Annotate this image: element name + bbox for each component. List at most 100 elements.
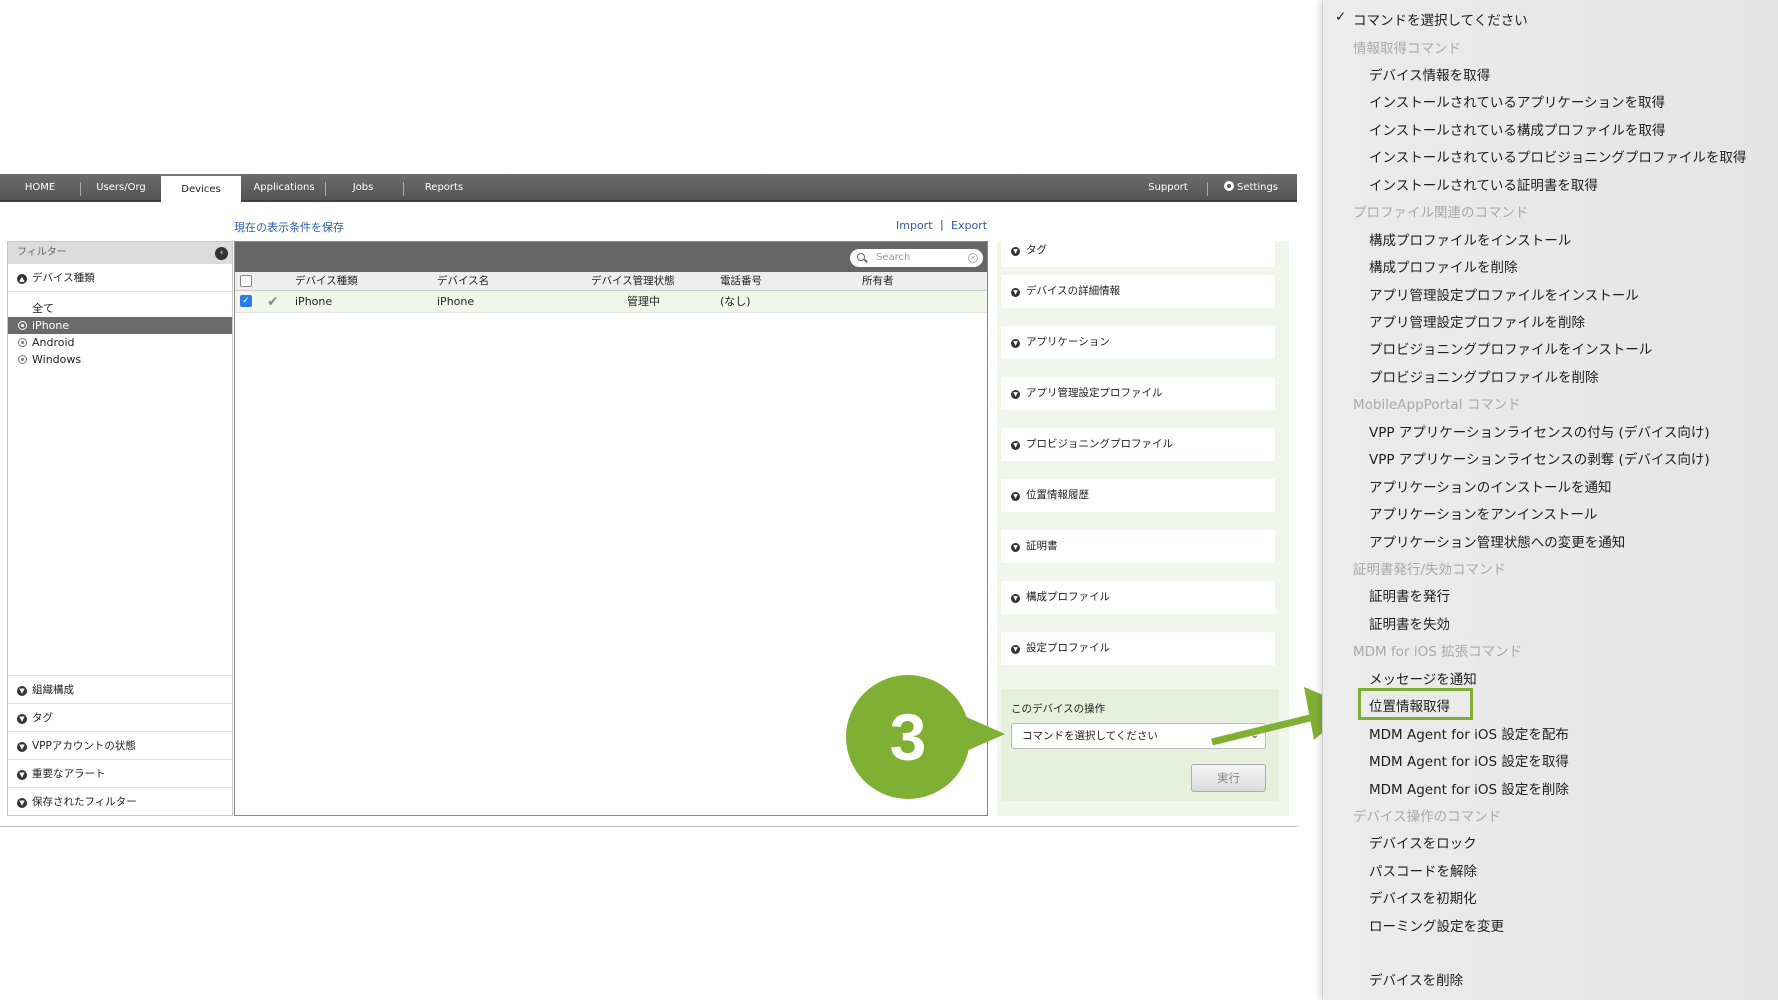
menu-group-label: 情報取得コマンド [1353, 41, 1461, 57]
command-select[interactable]: コマンドを選択してください ⌄ [1011, 723, 1266, 749]
cell-management-status: 管理中 [627, 295, 660, 308]
menu-item[interactable]: 構成プロファイルを削除 [1369, 256, 1518, 276]
menu-item-location[interactable]: 位置情報取得 [1369, 695, 1450, 715]
filter-type-all[interactable]: 全て [8, 300, 232, 317]
filter-bottom-sections: ▼ 組織構成 ▼ タグ ▼ VPPアカウントの状態 ▼ 重要なアラート ▼ 保存されたフィ… [8, 675, 232, 815]
detail-section-location-history[interactable]: ▼ 位置情報履歴 [1001, 479, 1275, 512]
export-link[interactable]: Export [951, 219, 987, 232]
menu-item[interactable]: インストールされている証明書を取得 [1369, 174, 1598, 194]
tab-users-org[interactable]: Users/Org [86, 174, 156, 202]
filter-type-windows[interactable]: Windows [8, 351, 232, 368]
tab-reports[interactable]: Reports [411, 174, 477, 202]
section-label: 保存されたフィルター [32, 796, 137, 808]
search-input[interactable]: Search × [850, 249, 983, 267]
menu-item[interactable]: MDM Agent for iOS 設定を削除 [1369, 778, 1569, 798]
menu-item[interactable]: デバイスをロック [1369, 832, 1477, 852]
menu-item[interactable]: アプリケーションをアンインストール [1369, 503, 1597, 523]
tab-jobs[interactable]: Jobs [333, 174, 393, 202]
detail-section-settings-profiles[interactable]: ▼ 設定プロファイル [1001, 632, 1275, 665]
chevron-down-icon: ▼ [17, 798, 27, 808]
menu-item[interactable]: MDM Agent for iOS 設定を取得 [1369, 750, 1569, 770]
menu-item[interactable]: MDM Agent for iOS 設定を配布 [1369, 723, 1569, 743]
import-link[interactable]: Import [896, 219, 933, 232]
menu-item[interactable]: VPP アプリケーションライセンスの付与 (デバイス向け) [1369, 421, 1710, 441]
chevron-down-icon: ⌄ [1250, 730, 1259, 741]
clear-icon[interactable]: × [968, 253, 978, 263]
column-header[interactable]: デバイス種類 [295, 272, 358, 291]
filter-type-iphone[interactable]: iPhone [8, 317, 232, 334]
important-alerts-section[interactable]: ▼ 重要なアラート [8, 759, 232, 787]
detail-section-app-config-profiles[interactable]: ▼ アプリ管理設定プロファイル [1001, 377, 1275, 410]
chevron-down-icon: ▼ [1011, 594, 1020, 603]
detail-section-tags[interactable]: ▼ タグ [1001, 234, 1275, 267]
menu-item[interactable]: 証明書を発行 [1369, 585, 1450, 605]
menu-item[interactable]: 証明書を失効 [1369, 613, 1450, 633]
device-type-section-header[interactable]: ▲ デバイス種類 [8, 264, 232, 292]
tag-section[interactable]: ▼ タグ [8, 703, 232, 731]
run-button[interactable]: 実行 [1191, 764, 1266, 792]
managed-check-icon: ✔ [267, 294, 279, 310]
tab-devices[interactable]: Devices [161, 174, 241, 204]
support-link[interactable]: Support [1140, 174, 1196, 202]
menu-item[interactable]: デバイス情報を取得 [1369, 64, 1490, 84]
tab-home[interactable]: HOME [14, 174, 66, 202]
settings-label: Settings [1236, 182, 1278, 193]
settings-link[interactable]: Settings [1218, 174, 1284, 202]
menu-group-label: プロファイル関連のコマンド [1353, 205, 1529, 221]
menu-item-delete-device[interactable]: デバイスを削除 [1369, 969, 1463, 989]
menu-item[interactable]: インストールされている構成プロファイルを取得 [1369, 119, 1665, 139]
menu-item[interactable]: プロビジョニングプロファイルを削除 [1369, 366, 1599, 386]
filter-type-android[interactable]: Android [8, 334, 232, 351]
section-label: デバイスの詳細情報 [1026, 285, 1121, 297]
menu-item[interactable]: 構成プロファイルをインストール [1369, 229, 1571, 249]
saved-filters-section[interactable]: ▼ 保存されたフィルター [8, 787, 232, 815]
collapse-panel-icon[interactable]: ‹ [215, 247, 228, 260]
section-label: タグ [1026, 244, 1047, 256]
checkmark-icon: ✓ [1335, 9, 1347, 25]
select-all-checkbox[interactable] [240, 275, 252, 287]
column-header[interactable]: デバイス管理状態 [591, 272, 675, 291]
menu-item[interactable]: メッセージを通知 [1369, 668, 1477, 688]
detail-section-config-profiles[interactable]: ▼ 構成プロファイル [1001, 581, 1275, 614]
section-label: 位置情報履歴 [1026, 489, 1089, 501]
org-structure-section[interactable]: ▼ 組織構成 [8, 675, 232, 703]
detail-section-device-info[interactable]: ▼ デバイスの詳細情報 [1001, 275, 1275, 308]
column-header[interactable]: 電話番号 [720, 272, 762, 291]
vpp-account-section[interactable]: ▼ VPPアカウントの状態 [8, 731, 232, 759]
menu-item[interactable]: パスコードを解除 [1369, 860, 1477, 880]
detail-section-certificates[interactable]: ▼ 証明書 [1001, 530, 1275, 563]
chevron-down-icon: ▼ [1011, 288, 1020, 297]
chevron-down-icon: ▼ [17, 686, 27, 696]
section-label: 証明書 [1026, 540, 1058, 552]
menu-item[interactable]: インストールされているアプリケーションを取得 [1369, 91, 1665, 111]
row-checkbox[interactable]: ✓ [240, 295, 252, 307]
menu-group-label: MobileAppPortal コマンド [1353, 397, 1521, 413]
menu-item[interactable]: アプリ管理設定プロファイルをインストール [1369, 284, 1639, 304]
menu-item[interactable]: アプリケーション管理状態への変更を通知 [1369, 531, 1625, 551]
cell-device-name: iPhone [437, 295, 475, 308]
detail-section-provisioning-profiles[interactable]: ▼ プロビジョニングプロファイル [1001, 428, 1275, 461]
save-view-link[interactable]: 現在の表示条件を保存 [234, 219, 344, 235]
menu-item[interactable]: デバイスを初期化 [1369, 887, 1477, 907]
menu-item[interactable]: プロビジョニングプロファイルをインストール [1369, 338, 1652, 358]
filter-panel: フィルター ‹ ▲ デバイス種類 全て iPhone Android Window… [7, 241, 233, 816]
column-header[interactable]: 所有者 [862, 272, 894, 291]
menu-item[interactable]: インストールされているプロビジョニングプロファイルを取得 [1369, 146, 1746, 166]
column-header[interactable]: デバイス名 [437, 272, 489, 291]
section-label: 構成プロファイル [1026, 591, 1110, 603]
cell-phone-number: (なし) [720, 295, 751, 308]
chevron-down-icon: ▼ [1011, 339, 1020, 348]
table-header: デバイス種類 デバイス名 デバイス管理状態 電話番号 所有者 [235, 272, 987, 291]
menu-item-placeholder[interactable]: コマンドを選択してください [1353, 9, 1528, 29]
section-label: 重要なアラート [32, 768, 106, 780]
tab-applications[interactable]: Applications [246, 174, 322, 202]
menu-item[interactable]: アプリ管理設定プロファイルを削除 [1369, 311, 1585, 331]
section-label: 組織構成 [32, 684, 74, 696]
table-row[interactable]: ✓ ✔ iPhone iPhone 管理中 (なし) [235, 291, 987, 313]
menu-item[interactable]: アプリケーションのインストールを通知 [1369, 476, 1611, 496]
menu-item[interactable]: VPP アプリケーションライセンスの剥奪 (デバイス向け) [1369, 448, 1710, 468]
detail-section-applications[interactable]: ▼ アプリケーション [1001, 326, 1275, 359]
filter-type-label: Windows [32, 353, 82, 366]
menu-item[interactable]: ローミング設定を変更 [1369, 915, 1504, 935]
chevron-down-icon: ▼ [1011, 543, 1020, 552]
